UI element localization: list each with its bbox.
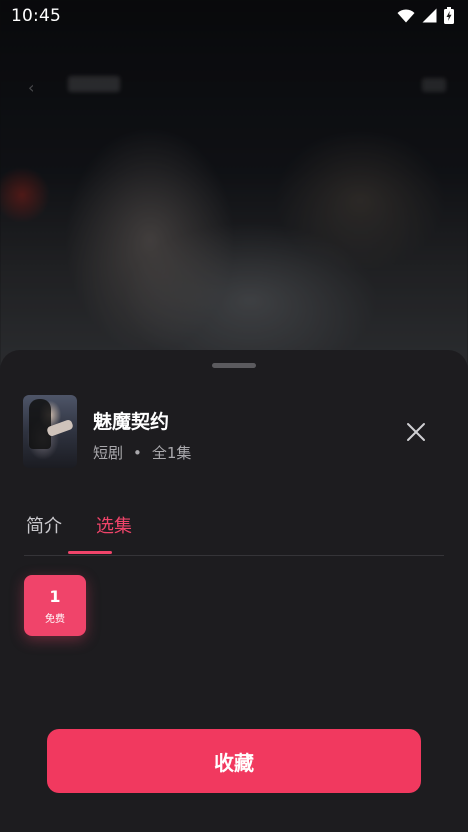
cover-figure xyxy=(29,399,51,449)
episode-number: 1 xyxy=(49,586,61,606)
cell-signal-icon xyxy=(422,8,437,23)
detail-tabs: 简介 选集 xyxy=(26,512,166,538)
close-icon[interactable] xyxy=(404,420,428,444)
drama-title: 魅魔契约 xyxy=(93,411,170,433)
sheet-drag-handle[interactable] xyxy=(212,363,256,368)
meta-separator: • xyxy=(133,443,142,462)
blurred-back-icon: ‹ xyxy=(28,78,35,97)
drama-cover-image xyxy=(23,395,77,468)
blurred-menu-icon xyxy=(422,78,446,92)
tab-episodes[interactable]: 选集 xyxy=(96,512,132,538)
active-tab-indicator xyxy=(68,551,112,554)
tab-intro[interactable]: 简介 xyxy=(26,512,62,538)
collect-button[interactable]: 收藏 xyxy=(47,729,421,793)
episode-free-tag: 免费 xyxy=(45,613,65,625)
drama-episode-count: 全1集 xyxy=(151,444,192,462)
blurred-title xyxy=(68,76,120,92)
video-dim-overlay xyxy=(0,0,468,380)
drama-genre: 短剧 xyxy=(93,444,124,462)
wifi-icon xyxy=(397,8,415,22)
status-bar: 10:45 xyxy=(0,0,468,32)
status-icons xyxy=(397,7,454,24)
battery-charging-icon xyxy=(444,7,454,24)
drama-meta: 短剧 • 全1集 xyxy=(93,442,191,463)
drama-detail-sheet: 魅魔契约 短剧 • 全1集 简介 选集 1 免费 收藏 xyxy=(0,350,468,832)
episode-button[interactable]: 1 免费 xyxy=(24,575,86,636)
status-time: 10:45 xyxy=(11,6,61,26)
tabs-divider xyxy=(24,555,444,556)
